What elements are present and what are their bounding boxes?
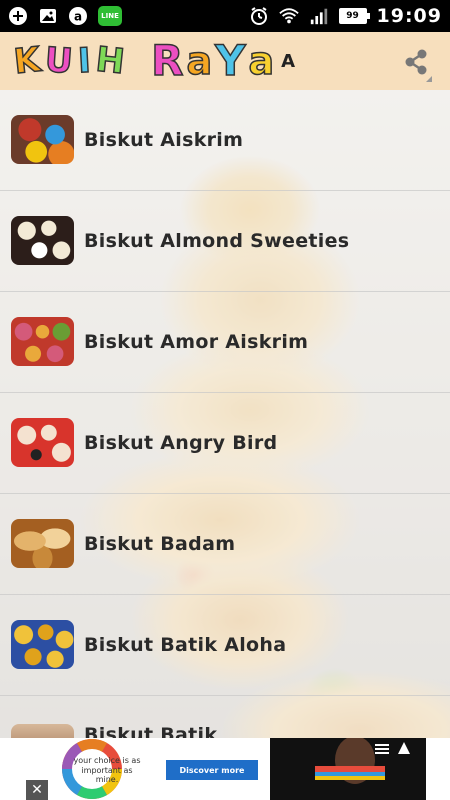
status-bar: a LINE 99 19:09 (0, 0, 450, 32)
list-item-label: Biskut Batik Aloha (84, 634, 287, 656)
title-letter: I (76, 40, 93, 82)
share-icon (405, 49, 432, 82)
battery-icon: 99 (338, 8, 370, 24)
svg-text:a: a (74, 10, 82, 24)
ad-content[interactable]: your choice is as important as mine. Dis… (24, 736, 426, 800)
list-item[interactable]: Biskut Aiskrim (0, 90, 450, 191)
list-item-thumbnail (11, 317, 74, 366)
list-item-label: Biskut Amor Aiskrim (84, 331, 309, 353)
title-letter: H (93, 39, 128, 83)
title-letter: U (43, 39, 76, 82)
ad-close-button[interactable]: ✕ (26, 780, 48, 800)
list-item-thumbnail (11, 724, 74, 738)
title-letter: a (186, 39, 214, 83)
list-item-label: Biskut Aiskrim (84, 129, 244, 151)
recipe-list[interactable]: Biskut Aiskrim Biskut Almond Sweeties Bi… (0, 90, 450, 738)
list-item-thumbnail (11, 216, 74, 265)
list-item-label: Biskut Angry Bird (84, 432, 278, 454)
ad-text: your choice is as important as mine. (73, 756, 141, 785)
image-icon (38, 6, 58, 26)
list-item[interactable]: Biskut Amor Aiskrim (0, 292, 450, 393)
list-item[interactable]: Biskut Batik (0, 696, 450, 738)
signal-icon (309, 6, 329, 26)
ad-banner[interactable]: your choice is as important as mine. Dis… (0, 736, 450, 800)
share-button[interactable] (396, 42, 436, 82)
list-item-label: Biskut Badam (84, 533, 236, 555)
alarm-icon (249, 6, 269, 26)
list-item[interactable]: Biskut Almond Sweeties (0, 191, 450, 292)
clock: 19:09 (376, 5, 442, 27)
title-letter: K (11, 39, 44, 83)
a-circle-icon: a (68, 6, 88, 26)
plus-icon (8, 6, 28, 26)
list-item[interactable]: Biskut Badam (0, 494, 450, 595)
status-bar-left: a LINE (8, 6, 122, 26)
title-letter: Y (214, 36, 247, 85)
list-item-thumbnail (11, 519, 74, 568)
title-letter: R (150, 36, 185, 85)
status-bar-right: 99 19:09 (249, 5, 442, 27)
wifi-icon (278, 6, 299, 26)
title-suffix: A (281, 50, 296, 72)
list-item-thumbnail (11, 620, 74, 669)
list-item-thumbnail (11, 418, 74, 467)
line-icon: LINE (98, 6, 122, 26)
list-item[interactable]: Biskut Angry Bird (0, 393, 450, 494)
app-bar: K U I H R a Y a A (0, 32, 450, 90)
ad-discover-button[interactable]: Discover more (166, 760, 258, 780)
list-item-label: Biskut Batik (84, 724, 218, 738)
app-title: K U I H R a Y a A (11, 32, 296, 90)
title-letter: a (248, 39, 276, 83)
list-item[interactable]: Biskut Batik Aloha (0, 595, 450, 696)
ad-image (270, 736, 426, 800)
list-item-label: Biskut Almond Sweeties (84, 230, 350, 252)
list-item-thumbnail (11, 115, 74, 164)
